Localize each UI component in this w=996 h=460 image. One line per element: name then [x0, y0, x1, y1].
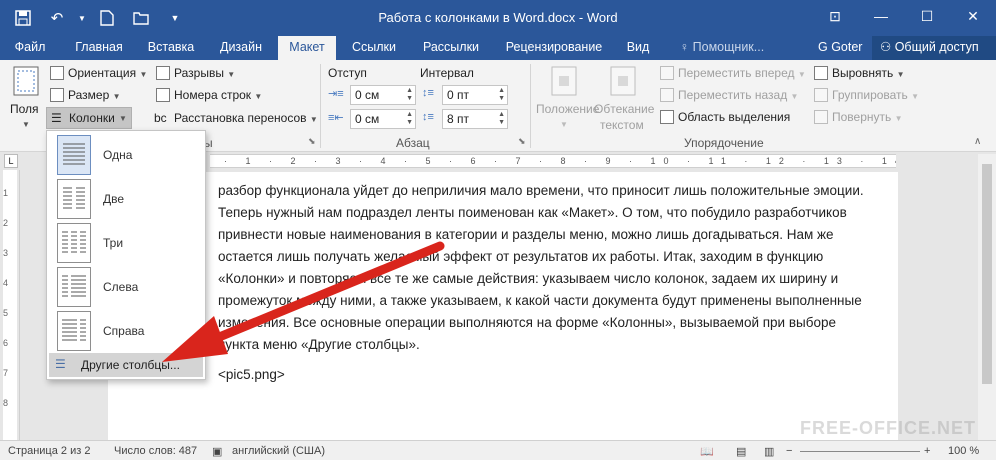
status-page[interactable]: Страница 2 из 2	[8, 445, 90, 457]
status-bar: Страница 2 из 2 Число слов: 487 ▣ англий…	[0, 440, 996, 460]
zoom-in-icon[interactable]: +	[924, 445, 930, 457]
zoom-slider[interactable]	[800, 451, 920, 452]
zoom-out-icon[interactable]: −	[786, 445, 792, 457]
zoom-level[interactable]: 100 %	[948, 445, 979, 457]
status-language[interactable]: английский (США)	[232, 445, 325, 457]
watermark: FREE-OFFICE.NET	[800, 418, 976, 438]
status-words[interactable]: Число слов: 487	[114, 445, 197, 457]
red-arrow-annotation	[162, 241, 445, 362]
web-layout-icon[interactable]: ▥	[764, 445, 774, 458]
read-mode-icon[interactable]: 📖	[700, 445, 714, 458]
proofing-icon[interactable]: ▣	[212, 445, 222, 458]
print-layout-icon[interactable]: ▤	[736, 445, 746, 458]
